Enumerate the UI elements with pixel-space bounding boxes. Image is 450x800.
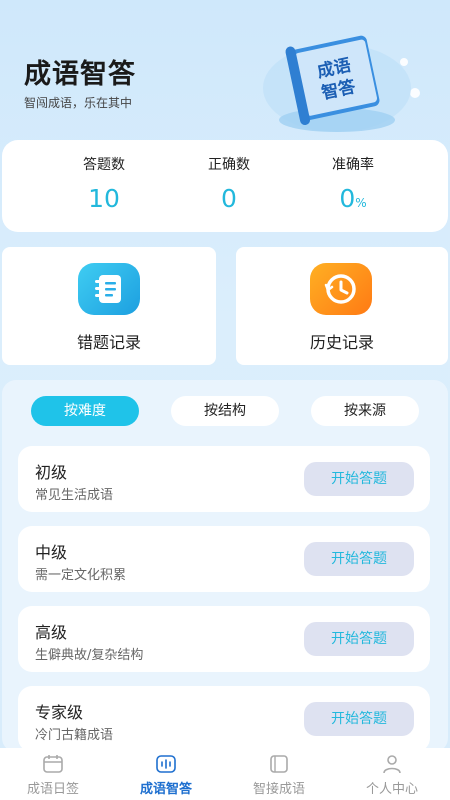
level-desc: 需一定文化积累 (35, 568, 127, 583)
quiz-panel: 按难度 按结构 按来源 初级 常见生活成语 开始答题 中级 需一定文化积累 开始… (2, 380, 448, 752)
voice-wave-icon (156, 755, 176, 773)
level-name: 中级 (35, 543, 68, 562)
tabbar-item-profile[interactable]: 个人中心 (347, 754, 437, 797)
wrong-answers-card[interactable]: 错题记录 (2, 247, 216, 365)
level-card-intermediate: 中级 需一定文化积累 开始答题 (18, 526, 430, 592)
stat-accuracy: 准确率 0% (293, 154, 413, 213)
stat-value: 10 (88, 184, 120, 213)
start-quiz-button[interactable]: 开始答题 (304, 462, 414, 496)
page-title: 成语智答 (24, 59, 136, 90)
stat-value: 0% (293, 184, 413, 213)
level-desc: 冷门古籍成语 (35, 728, 114, 743)
clock-history-icon (310, 263, 372, 315)
user-icon (383, 755, 401, 774)
tabbar-label: 个人中心 (365, 782, 418, 797)
tabbar-label: 成语智答 (139, 782, 192, 797)
stat-accuracy-number: 0 (339, 184, 356, 213)
page-subtitle: 智闯成语，乐在其中 (24, 96, 133, 110)
tabbar-item-chain[interactable]: 智接成语 (234, 754, 324, 797)
book-icon (270, 755, 288, 773)
level-name: 初级 (35, 463, 68, 482)
level-name: 专家级 (35, 703, 84, 722)
level-desc: 常见生活成语 (35, 488, 114, 503)
stat-accuracy-unit: % (355, 196, 367, 210)
tabbar-label: 成语日签 (26, 782, 79, 797)
stat-label: 正确数 (208, 157, 250, 173)
tabbar-label: 智接成语 (252, 782, 305, 797)
book-illustration-icon: 成语 智答 (263, 35, 411, 132)
level-name: 高级 (35, 623, 68, 642)
tabbar-item-quiz[interactable]: 成语智答 (121, 754, 211, 797)
tab-source[interactable]: 按来源 (311, 396, 419, 426)
level-desc: 生僻典故/复杂结构 (35, 648, 144, 663)
start-quiz-button[interactable]: 开始答题 (304, 622, 414, 656)
wrong-answers-label: 错题记录 (76, 333, 141, 352)
stats-card: 答题数 10 正确数 0 准确率 0% (2, 140, 448, 232)
stat-label: 答题数 (83, 157, 125, 173)
tabbar-item-daily[interactable]: 成语日签 (8, 754, 98, 797)
history-label: 历史记录 (309, 333, 374, 352)
level-card-advanced: 高级 生僻典故/复杂结构 开始答题 (18, 606, 430, 672)
header: 成语智答 智闯成语，乐在其中 成语 智答 (0, 0, 450, 140)
history-card[interactable]: 历史记录 (236, 247, 448, 365)
start-quiz-button[interactable]: 开始答题 (304, 702, 414, 736)
tab-difficulty[interactable]: 按难度 (31, 396, 139, 426)
start-quiz-button[interactable]: 开始答题 (304, 542, 414, 576)
level-card-expert: 专家级 冷门古籍成语 开始答题 (18, 686, 430, 752)
notebook-icon (78, 263, 140, 315)
stat-label: 准确率 (332, 157, 374, 173)
calendar-icon (43, 755, 63, 773)
stat-answered: 答题数 10 (44, 154, 164, 213)
stat-correct: 正确数 0 (169, 154, 289, 213)
tab-structure[interactable]: 按结构 (171, 396, 279, 426)
bottom-tab-bar: 成语日签 成语智答 智接成语 个人中心 (0, 748, 450, 800)
level-card-beginner: 初级 常见生活成语 开始答题 (18, 446, 430, 512)
stat-value: 0 (221, 184, 237, 213)
